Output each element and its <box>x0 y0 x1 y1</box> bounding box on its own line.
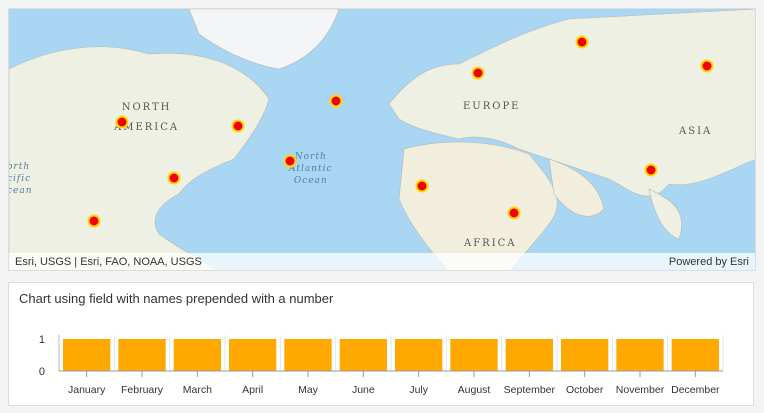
basemap <box>9 9 755 270</box>
bar[interactable] <box>395 339 443 371</box>
bar[interactable] <box>616 339 664 371</box>
chart-panel: Chart using field with names prepended w… <box>8 282 754 406</box>
bar[interactable] <box>339 339 387 371</box>
x-tick-label: March <box>183 384 212 396</box>
map-point[interactable] <box>283 154 297 168</box>
x-tick-label: June <box>352 384 375 396</box>
map-point[interactable] <box>231 119 245 133</box>
x-tick-label: November <box>616 384 665 396</box>
bar[interactable] <box>561 339 609 371</box>
x-tick-label: August <box>458 384 491 396</box>
bar[interactable] <box>450 339 498 371</box>
x-tick-label: May <box>298 384 319 396</box>
bar[interactable] <box>671 339 719 371</box>
x-tick-label: January <box>68 384 106 396</box>
label-north-atlantic: North Atlantic Ocean <box>289 152 333 186</box>
map-point[interactable] <box>575 35 589 49</box>
attribution-bar: Esri, USGS | Esri, FAO, NOAA, USGS Power… <box>9 253 755 270</box>
y-tick-label: 0 <box>39 366 45 378</box>
map-point[interactable] <box>471 66 485 80</box>
map-point[interactable] <box>87 214 101 228</box>
label-north-pacific: orth cific cean <box>8 162 33 196</box>
x-tick-label: April <box>242 384 263 396</box>
map-view[interactable]: NORTH AMERICA EUROPE ASIA AFRICA North Atl… <box>8 8 756 271</box>
label-africa: AFRICA <box>464 238 517 249</box>
x-tick-label: October <box>566 384 604 396</box>
x-tick-label: February <box>121 384 164 396</box>
powered-by-esri[interactable]: Powered by Esri <box>669 256 749 268</box>
africa-land <box>398 141 558 270</box>
bar[interactable] <box>229 339 277 371</box>
label-asia: ASIA <box>679 126 713 137</box>
map-point[interactable] <box>167 171 181 185</box>
india-land <box>648 188 682 240</box>
x-tick-label: December <box>671 384 720 396</box>
bar-chart: 0 1 January February March April May June July Au… <box>39 334 724 396</box>
bar[interactable] <box>173 339 221 371</box>
bar[interactable] <box>63 339 111 371</box>
attribution-text: Esri, USGS | Esri, FAO, NOAA, USGS <box>15 255 202 268</box>
x-tick-label: September <box>504 384 556 396</box>
map-point[interactable] <box>415 179 429 193</box>
bar[interactable] <box>284 339 332 371</box>
map-point[interactable] <box>507 206 521 220</box>
label-europe: EUROPE <box>463 101 521 112</box>
map-point[interactable] <box>700 59 714 73</box>
map-point[interactable] <box>329 94 343 108</box>
map-point[interactable] <box>115 115 129 129</box>
map-point[interactable] <box>644 163 658 177</box>
x-tick-label: July <box>409 384 428 396</box>
north-america-land <box>9 46 270 270</box>
bar[interactable] <box>505 339 553 371</box>
y-tick-label: 1 <box>39 334 45 346</box>
bar[interactable] <box>118 339 166 371</box>
